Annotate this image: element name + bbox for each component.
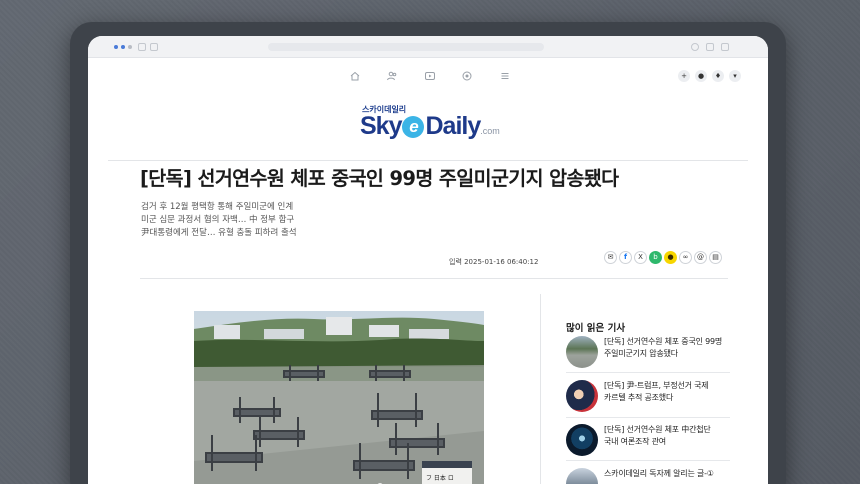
address-bar[interactable] [268, 43, 544, 51]
most-read-title: 많이 읽은 기사 [566, 323, 626, 334]
x-icon[interactable]: X [634, 251, 647, 264]
menu-icon[interactable] [499, 70, 511, 82]
most-read-thumb [566, 468, 598, 484]
sms-icon[interactable]: ✉ [604, 251, 617, 264]
meta-divider [140, 278, 728, 279]
item-divider [566, 372, 730, 373]
link-icon[interactable]: ∞ [679, 251, 692, 264]
chat-icon[interactable]: ● [695, 70, 707, 82]
most-read-thumb [566, 336, 598, 368]
most-read-line: 카르텔 추적 공조했다 [604, 393, 674, 402]
tv-icon[interactable] [424, 70, 436, 82]
email-icon[interactable]: @ [694, 251, 707, 264]
tabs-icon[interactable] [721, 43, 729, 51]
most-read-line: [단독] 선거연수원 체포 中간첩단 [604, 425, 711, 434]
most-read-line: 주일미군기지 압송됐다 [604, 349, 678, 358]
most-read-line: [단독] 선거연수원 체포 중국인 99명 [604, 337, 723, 346]
users-icon[interactable] [386, 70, 398, 82]
eye-icon[interactable] [461, 70, 473, 82]
logo-sky: Sky [360, 112, 402, 140]
browser-toolbar [88, 36, 768, 58]
logo-wordmark: Sky e Daily.com [360, 112, 500, 141]
share-page-icon[interactable] [706, 43, 714, 51]
share-bar: ✉ f X b ● ∞ @ ▤ [604, 251, 722, 264]
most-read-line: 국내 여론조작 관여 [604, 437, 666, 446]
subtitle-line: 尹대통령에게 전달… 유혈 충돌 피하려 출석 [141, 228, 297, 238]
window-dot-maximize[interactable] [128, 45, 132, 49]
most-read-text: [단독] 尹-트럼프, 부정선거 국제 카르텔 추적 공조했다 [604, 380, 730, 404]
band-icon[interactable]: b [649, 251, 662, 264]
item-divider [566, 417, 730, 418]
subtitle-line: 검거 후 12월 평택항 통해 주일미군에 인계 [141, 202, 294, 212]
most-read-item[interactable]: [단독] 尹-트럼프, 부정선거 국제 카르텔 추적 공조했다 [566, 378, 730, 412]
site-nav: + ● ♦ ▾ [88, 66, 768, 86]
article-subtitle: 검거 후 12월 평택항 통해 주일미군에 인계 미군 심문 과정서 혐의 자백… [141, 201, 297, 240]
kakao-icon[interactable]: ● [664, 251, 677, 264]
most-read-thumb [566, 424, 598, 456]
extensions-icon[interactable] [691, 43, 699, 51]
article-headline: [단독] 선거연수원 체포 중국인 99명 주일미군기지 압송됐다 [140, 167, 619, 190]
logo-e-mark: e [402, 116, 425, 138]
subtitle-line: 미군 심문 과정서 혐의 자백… 中 정부 함구 [141, 215, 295, 225]
logo-com: .com [480, 126, 500, 136]
logo-daily: Daily [425, 112, 481, 140]
most-read-thumb [566, 380, 598, 412]
print-icon[interactable]: ▤ [709, 251, 722, 264]
window-dot-close[interactable] [114, 45, 118, 49]
most-read-text: [단독] 선거연수원 체포 中간첩단 국내 여론조작 관여 [604, 424, 730, 448]
article-date: 입력 2025-01-16 06:40:12 [449, 258, 539, 266]
column-divider [540, 294, 541, 484]
chevron-down-icon[interactable]: ▾ [729, 70, 741, 82]
plus-icon[interactable]: + [678, 70, 690, 82]
browser-window: + ● ♦ ▾ 스카이데일리 Sky e Daily.com [단독] 선거연수원 … [88, 36, 768, 484]
most-read-item[interactable]: 스카이데일리 독자께 알리는 글-① [566, 466, 730, 484]
most-read-text: [단독] 선거연수원 체포 중국인 99명 주일미군기지 압송됐다 [604, 336, 730, 360]
facebook-icon[interactable]: f [619, 251, 632, 264]
most-read-line: [단독] 尹-트럼프, 부정선거 국제 [604, 381, 709, 390]
item-divider [566, 460, 730, 461]
back-icon[interactable] [138, 43, 146, 51]
most-read-text: 스카이데일리 독자께 알리는 글-① [604, 468, 730, 480]
home-icon[interactable] [349, 70, 361, 82]
bell-icon[interactable]: ♦ [712, 70, 724, 82]
photo-scene: フ 日本 ロ [194, 317, 484, 484]
article-photo[interactable]: フ 日本 ロ [194, 311, 484, 484]
most-read-item[interactable]: [단독] 선거연수원 체포 中간첩단 국내 여론조작 관여 [566, 422, 730, 456]
most-read-item[interactable]: [단독] 선거연수원 체포 중국인 99명 주일미군기지 압송됐다 [566, 334, 730, 368]
most-read-line: 스카이데일리 독자께 알리는 글-① [604, 469, 714, 478]
forward-icon[interactable] [150, 43, 158, 51]
window-controls [114, 45, 132, 49]
window-dot-minimize[interactable] [121, 45, 125, 49]
header-divider [108, 160, 748, 161]
photo-sign-text: フ 日本 ロ [426, 474, 454, 482]
site-logo[interactable]: 스카이데일리 Sky e Daily.com [356, 100, 516, 144]
